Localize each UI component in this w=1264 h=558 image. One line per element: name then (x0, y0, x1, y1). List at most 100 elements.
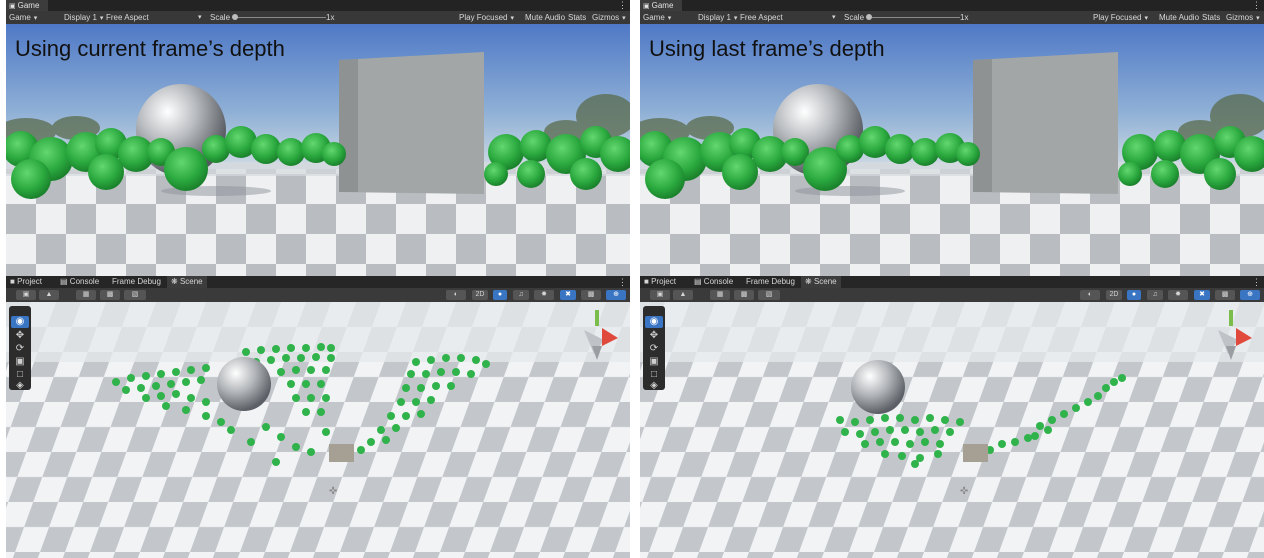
grid-icon[interactable]: ▦ (76, 290, 96, 300)
camera-icon[interactable]: ▩ (581, 290, 601, 300)
game-window-right: ▣Game ⋮ Game Display 1 Free Aspect▾ Scal… (640, 0, 1264, 558)
move-tool-icon[interactable]: ✥ (11, 330, 29, 342)
view-tool-icon[interactable]: ◉ (11, 316, 29, 328)
more-menu-icon[interactable]: ⋮ (1252, 0, 1261, 11)
grid-icon[interactable]: ▦ (710, 290, 730, 300)
display-dropdown[interactable]: Display 1 (698, 11, 737, 25)
console-icon: ▤ (694, 277, 702, 286)
scale-tool-icon[interactable]: ▣ (645, 356, 663, 368)
grey-quad (973, 52, 1118, 194)
scene-view[interactable]: ✜ ◉ ✥ ⟳ ▣ □ ◈ (640, 302, 1264, 558)
scene-tools-palette: ◉ ✥ ⟳ ▣ □ ◈ (643, 306, 665, 392)
scale-value: 1x (326, 13, 335, 22)
2d-toggle-button[interactable]: 2D (1106, 290, 1122, 300)
window-tab-bar: ▣ Game ⋮ (6, 0, 630, 11)
tab-project[interactable]: ■ Project (10, 276, 42, 288)
window-tab-bar: ▣ Game ⋮ (640, 0, 1264, 11)
mute-audio-button[interactable]: Mute Audio (1159, 11, 1199, 24)
folder-icon: ■ (644, 277, 649, 286)
increment-snap-icon[interactable]: ▧ (758, 290, 780, 300)
tab-scene-label: Scene (179, 277, 203, 286)
game-tab[interactable]: ▣ Game (640, 0, 682, 11)
tab-frame-debug[interactable]: Frame Debug (746, 276, 795, 288)
hidden-objects-icon[interactable]: ✖ (1194, 290, 1210, 300)
aspect-dropdown-label: Free Aspect (106, 13, 149, 22)
audio-icon[interactable]: ♫ (513, 290, 529, 300)
tab-console-label: Console (69, 277, 100, 286)
play-focused-dropdown[interactable]: Play Focused (459, 11, 514, 25)
stats-button[interactable]: Stats (1202, 11, 1220, 24)
move-tool-icon[interactable]: ✥ (645, 330, 663, 342)
more-menu-icon[interactable]: ⋮ (618, 276, 627, 288)
scene-tab-bar: ■ Project ▤ Console Frame Debug ❋ Scene … (6, 276, 630, 288)
audio-icon[interactable]: ♫ (1147, 290, 1163, 300)
gizmos-dropdown[interactable]: Gizmos (592, 11, 626, 25)
game-dropdown[interactable]: Game (9, 11, 37, 25)
game-caption: Using current frame’s depth (15, 36, 285, 61)
gamepad-icon: ▣ (643, 3, 650, 10)
game-view[interactable]: Using last frame’s depth (640, 24, 1264, 276)
shading-icon[interactable]: ◐ (446, 290, 466, 300)
lighting-icon[interactable]: ● (1127, 290, 1141, 300)
draw-mode-icon[interactable]: ▣ (16, 290, 36, 300)
scene-chrome-sphere (217, 357, 271, 411)
more-menu-icon[interactable]: ⋮ (1252, 276, 1261, 288)
game-view[interactable]: Using current frame’s depth (6, 24, 630, 276)
play-focused-dropdown[interactable]: Play Focused (1093, 11, 1148, 25)
snap-icon[interactable]: ▩ (100, 290, 120, 300)
view-tool-icon[interactable]: ◉ (645, 316, 663, 328)
draw-mode-icon[interactable]: ▣ (650, 290, 670, 300)
gizmos-icon[interactable]: ⊕ (606, 290, 626, 300)
gizmos-dropdown[interactable]: Gizmos (1226, 11, 1260, 25)
console-icon: ▤ (60, 277, 68, 286)
camera-icon[interactable]: ▩ (1215, 290, 1235, 300)
transform-tool-icon[interactable]: ◈ (11, 380, 29, 392)
snap-icon[interactable]: ▩ (734, 290, 754, 300)
scale-slider-handle[interactable] (232, 14, 238, 20)
effects-icon[interactable]: ✸ (1168, 290, 1188, 300)
rotate-tool-icon[interactable]: ⟳ (645, 343, 663, 355)
tab-frame-debug[interactable]: Frame Debug (112, 276, 161, 288)
transform-tool-icon[interactable]: ◈ (645, 380, 663, 392)
2d-toggle-button[interactable]: 2D (472, 290, 488, 300)
scene-view[interactable]: ✜ ◉ ✥ ⟳ ▣ □ ◈ (6, 302, 630, 558)
hidden-objects-icon[interactable]: ✖ (560, 290, 576, 300)
tab-project[interactable]: ■ Project (644, 276, 676, 288)
tab-console[interactable]: ▤ Console (694, 276, 733, 288)
game-dropdown[interactable]: Game (643, 11, 671, 25)
tab-scene[interactable]: ❋ Scene (801, 276, 841, 288)
game-window-left: ▣Game ⋮ Game Display 1 Free Aspect▾ Scal… (6, 0, 630, 558)
increment-snap-icon[interactable]: ▧ (124, 290, 146, 300)
scene-toolbar: ▣ ▲ ▦ ▩ ▧ ◐ 2D ● ♫ ✸ ✖ ▩ ⊕ (640, 288, 1264, 302)
scale-value: 1x (960, 13, 969, 22)
folder-icon: ■ (10, 277, 15, 286)
scene-icon: ❋ (805, 277, 812, 286)
scale-slider-handle[interactable] (866, 14, 872, 20)
chevron-down-icon: ▾ (198, 14, 202, 21)
game-tab-label: Game (651, 1, 674, 10)
mute-audio-button[interactable]: Mute Audio (525, 11, 565, 24)
rotate-tool-icon[interactable]: ⟳ (11, 343, 29, 355)
scene-render: ✜ (6, 302, 630, 558)
tab-console[interactable]: ▤ Console (60, 276, 99, 288)
stats-button[interactable]: Stats (568, 11, 586, 24)
gizmos-icon[interactable]: ⊕ (1240, 290, 1260, 300)
render-mode-icon[interactable]: ▲ (673, 290, 693, 300)
scale-slider[interactable] (868, 17, 960, 18)
more-menu-icon[interactable]: ⋮ (618, 0, 627, 11)
effects-icon[interactable]: ✸ (534, 290, 554, 300)
render-mode-icon[interactable]: ▲ (39, 290, 59, 300)
scale-slider[interactable] (234, 17, 326, 18)
tab-scene[interactable]: ❋ Scene (167, 276, 207, 288)
game-tab-label: Game (17, 1, 40, 10)
scale-tool-icon[interactable]: ▣ (11, 356, 29, 368)
game-tab[interactable]: ▣ Game (6, 0, 48, 11)
lighting-icon[interactable]: ● (493, 290, 507, 300)
shading-icon[interactable]: ◐ (1080, 290, 1100, 300)
game-toolbar: Game Display 1 Free Aspect ▾ Scale 1x Pla… (6, 11, 630, 24)
display-dropdown[interactable]: Display 1 (64, 11, 103, 25)
scene-toolbar: ▣ ▲ ▦ ▩ ▧ ◐ 2D ● ♫ ✸ ✖ ▩ ⊕ (6, 288, 630, 302)
game-render: Using current frame’s depth (6, 36, 630, 276)
scale-label: Scale (210, 13, 231, 22)
aspect-dropdown-label: Free Aspect (740, 13, 783, 22)
